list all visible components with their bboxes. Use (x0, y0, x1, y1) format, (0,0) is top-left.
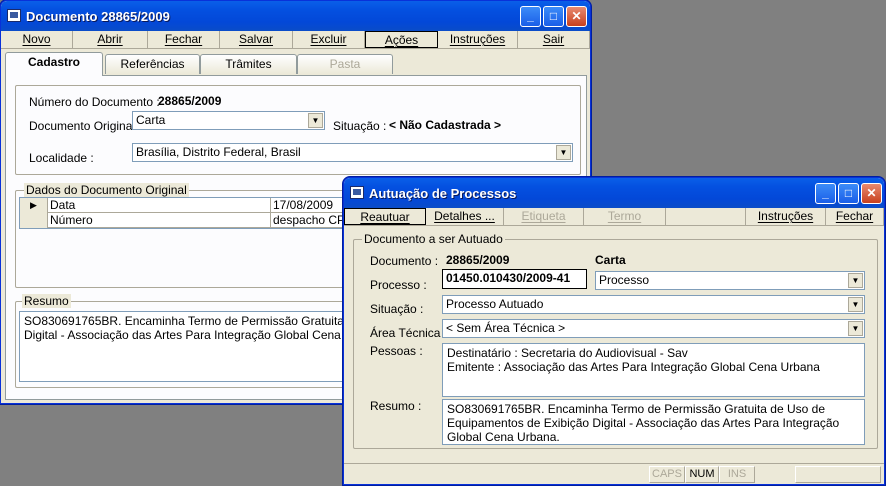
row-indicator: ▶ (20, 198, 48, 213)
tab-cadastro[interactable]: Cadastro (5, 52, 103, 76)
table-row[interactable]: ▶ Data 17/08/2009 (20, 198, 348, 213)
processo-tipo-value: Processo (599, 273, 650, 287)
table-row[interactable]: Número despacho CPDI (20, 213, 357, 228)
menu-fechar[interactable]: Fechar (148, 31, 220, 48)
num-indicator: NUM (685, 466, 719, 483)
situacao-label: Situação : (333, 119, 387, 133)
situacao-value: < Não Cadastrada > (389, 118, 502, 132)
tab-pasta[interactable]: Pasta (297, 54, 393, 74)
area-value: < Sem Área Técnica > (446, 321, 566, 335)
area-select[interactable]: < Sem Área Técnica > ▼ (442, 319, 865, 338)
dados-group-title: Dados do Documento Original (24, 183, 189, 197)
original-label: Documento Original : (29, 119, 142, 133)
area-label: Área Técnica : (370, 326, 448, 340)
pessoa-line: Emitente : Associação das Artes Para Int… (447, 360, 820, 374)
tab-referencias[interactable]: Referências (105, 54, 200, 74)
processo-input[interactable]: 01450.010430/2009-41 (442, 269, 587, 289)
chevron-down-icon[interactable]: ▼ (308, 113, 323, 128)
original-select[interactable]: Carta ▼ (132, 111, 325, 130)
numero-label: Número do Documento : (29, 95, 160, 109)
menu-fechar[interactable]: Fechar (826, 208, 884, 225)
autuacao-dialog: Autuação de Processos _ □ ✕ Reautuar Det… (343, 177, 885, 485)
pessoa-line: Destinatário : Secretaria do Audiovisual… (447, 346, 688, 360)
app-icon (350, 186, 364, 199)
autuado-group-title: Documento a ser Autuado (362, 232, 505, 246)
situacao-label: Situação : (370, 302, 424, 316)
close-button[interactable]: ✕ (861, 183, 882, 204)
field-cell: Número (50, 213, 93, 227)
status-panel (795, 466, 881, 483)
dialog-title: Autuação de Processos (369, 186, 517, 201)
menu-termo[interactable]: Termo (584, 208, 666, 225)
window-title: Documento 28865/2009 (26, 9, 170, 24)
title-bar[interactable]: Documento 28865/2009 _ □ ✕ (1, 1, 590, 31)
menu-excluir[interactable]: Excluir (293, 31, 365, 48)
maximize-button[interactable]: □ (838, 183, 859, 204)
dados-grid[interactable]: ▶ Data 17/08/2009 Número despacho CPDI (19, 197, 357, 229)
situacao-select[interactable]: Processo Autuado ▼ (442, 295, 865, 314)
app-icon (7, 9, 21, 22)
localidade-label: Localidade : (29, 151, 94, 165)
menu-instrucoes[interactable]: Instruções (746, 208, 826, 225)
menu-blank (666, 208, 746, 225)
menu-reautuar[interactable]: Reautuar (344, 208, 426, 225)
ins-indicator: INS (719, 466, 755, 483)
documento-value: 28865/2009 (446, 253, 510, 267)
documento-tipo: Carta (595, 253, 626, 267)
processo-label: Processo : (370, 278, 427, 292)
menu-etiqueta[interactable]: Etiqueta (504, 208, 584, 225)
numero-value: 28865/2009 (158, 94, 222, 108)
processo-tipo-select[interactable]: Processo ▼ (595, 271, 865, 290)
resumo-label: Resumo : (370, 399, 422, 413)
chevron-down-icon[interactable]: ▼ (848, 297, 863, 312)
minimize-button[interactable]: _ (815, 183, 836, 204)
close-button[interactable]: ✕ (566, 6, 587, 27)
value-cell: 17/08/2009 (270, 198, 333, 212)
menu-sair[interactable]: Sair (518, 31, 590, 48)
chevron-down-icon[interactable]: ▼ (848, 321, 863, 336)
localidade-select-value: Brasília, Distrito Federal, Brasil (136, 145, 301, 159)
caps-indicator: CAPS (649, 466, 685, 483)
menu-novo[interactable]: Novo (1, 31, 73, 48)
pessoas-label: Pessoas : (370, 344, 423, 358)
menu-acoes[interactable]: Ações (365, 31, 438, 48)
documento-label: Documento : (370, 254, 439, 268)
dialog-title-bar[interactable]: Autuação de Processos _ □ ✕ (344, 178, 884, 208)
menu-detalhes[interactable]: Detalhes ... (426, 208, 504, 225)
maximize-button[interactable]: □ (543, 6, 564, 27)
menu-salvar[interactable]: Salvar (220, 31, 293, 48)
chevron-down-icon[interactable]: ▼ (556, 145, 571, 160)
situacao-value: Processo Autuado (446, 297, 544, 311)
dialog-menu-bar: Reautuar Detalhes ... Etiqueta Termo Ins… (344, 208, 884, 226)
row-indicator (20, 213, 48, 228)
menu-instrucoes[interactable]: Instruções (438, 31, 518, 48)
minimize-button[interactable]: _ (520, 6, 541, 27)
localidade-select[interactable]: Brasília, Distrito Federal, Brasil ▼ (132, 143, 573, 162)
status-bar: CAPS NUM INS (344, 463, 884, 484)
field-cell: Data (50, 198, 76, 212)
resumo-label: Resumo (22, 294, 71, 308)
pessoas-textarea[interactable]: Destinatário : Secretaria do Audiovisual… (442, 343, 865, 397)
menu-abrir[interactable]: Abrir (73, 31, 148, 48)
tab-tramites[interactable]: Trâmites (200, 54, 297, 74)
menu-bar: Novo Abrir Fechar Salvar Excluir Ações I… (1, 31, 590, 49)
chevron-down-icon[interactable]: ▼ (848, 273, 863, 288)
resumo-textarea[interactable]: SO830691765BR. Encaminha Termo de Permis… (442, 399, 865, 445)
original-select-value: Carta (136, 113, 166, 127)
